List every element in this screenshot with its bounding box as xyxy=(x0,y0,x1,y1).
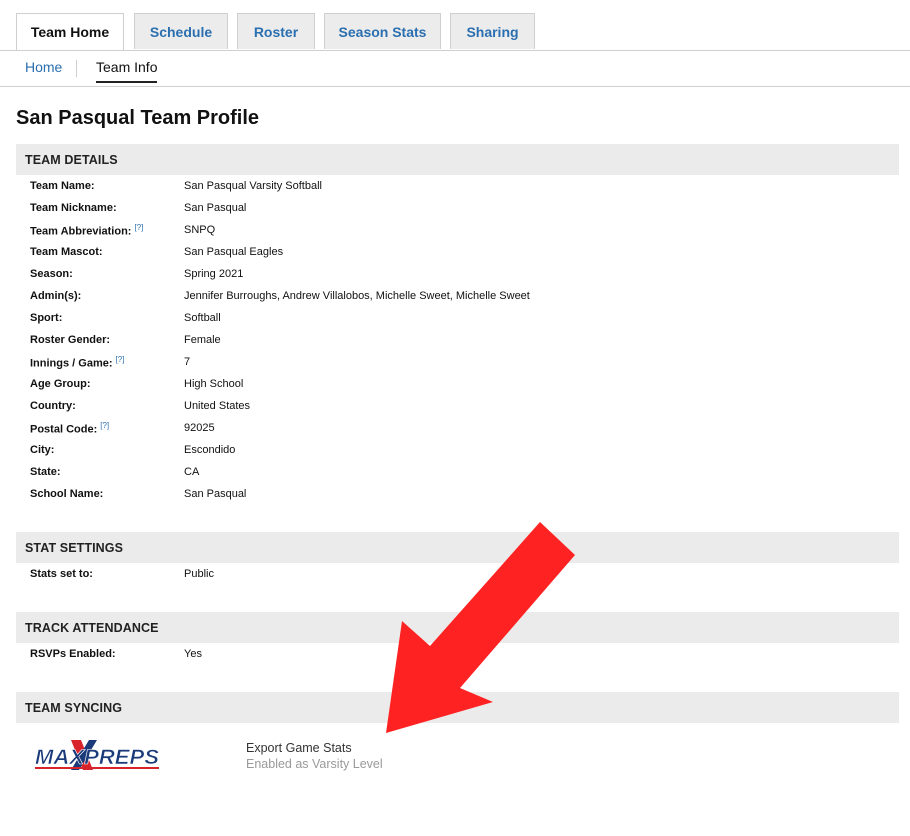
detail-label-with-help: Innings / Game: [?] xyxy=(30,355,184,370)
track-attendance-row: RSVPs Enabled: Yes xyxy=(30,643,202,665)
detail-label: School Name: xyxy=(30,488,104,500)
detail-label: Team Nickname: xyxy=(30,202,117,214)
detail-label: Stats set to: xyxy=(30,568,93,580)
detail-row-innings-per-game: Innings / Game: [?] 7 xyxy=(30,351,190,373)
detail-label: Sport: xyxy=(30,312,63,324)
maxpreps-logo-underline xyxy=(35,767,159,769)
detail-value: Jennifer Burroughs, Andrew Villalobos, M… xyxy=(184,290,530,302)
detail-row-state: State: CA xyxy=(30,461,199,483)
detail-value: Softball xyxy=(184,312,221,324)
main-tab-bar: Team Home Schedule Roster Season Stats S… xyxy=(0,0,910,51)
detail-value: 92025 xyxy=(184,422,215,434)
detail-row-school-name: School Name: San Pasqual xyxy=(30,483,246,505)
track-attendance-heading: TRACK ATTENDANCE xyxy=(16,612,899,643)
help-icon[interactable]: [?] xyxy=(100,421,109,430)
detail-value: SNPQ xyxy=(184,224,216,236)
detail-label: Country: xyxy=(30,400,76,412)
maxpreps-logo: MAXPREPS xyxy=(35,740,159,770)
detail-label: Team Mascot: xyxy=(30,246,103,258)
detail-label-with-help: Postal Code: [?] xyxy=(30,421,184,436)
detail-value: San Pasqual xyxy=(184,488,247,500)
stat-settings-heading: STAT SETTINGS xyxy=(16,532,899,563)
stat-settings-row: Stats set to: Public xyxy=(30,563,214,585)
detail-label: RSVPs Enabled: xyxy=(30,648,116,660)
detail-value: San Pasqual xyxy=(184,202,247,214)
team-profile-page: Team Home Schedule Roster Season Stats S… xyxy=(0,0,910,836)
detail-row-team-abbreviation: Team Abbreviation: [?] SNPQ xyxy=(30,219,215,241)
detail-label: Roster Gender: xyxy=(30,334,111,346)
sub-navigation: Home Team Info xyxy=(0,50,910,87)
detail-row-admins: Admin(s): Jennifer Burroughs, Andrew Vil… xyxy=(30,285,530,307)
detail-label-with-help: Team Abbreviation: [?] xyxy=(30,223,184,238)
detail-label: Team Name: xyxy=(30,180,95,192)
team-syncing-heading: TEAM SYNCING xyxy=(16,692,899,723)
detail-row-age-group: Age Group: High School xyxy=(30,373,243,395)
detail-label: Age Group: xyxy=(30,378,91,390)
team-details-heading: TEAM DETAILS xyxy=(16,144,899,175)
subnav-divider xyxy=(76,60,77,77)
page-title: San Pasqual Team Profile xyxy=(16,107,260,129)
detail-label: Admin(s): xyxy=(30,290,82,302)
detail-value: United States xyxy=(184,400,251,412)
detail-row-team-mascot: Team Mascot: San Pasqual Eagles xyxy=(30,241,283,263)
detail-value: High School xyxy=(184,378,244,390)
detail-value: San Pasqual Varsity Softball xyxy=(184,180,322,192)
sync-status: Enabled as Varsity Level xyxy=(246,757,383,771)
detail-label: City: xyxy=(30,444,55,456)
detail-label: Team Abbreviation: xyxy=(30,225,132,238)
detail-value: San Pasqual Eagles xyxy=(184,246,284,258)
subnav-home-link[interactable]: Home xyxy=(25,59,62,75)
detail-label: Season: xyxy=(30,268,73,280)
subnav-team-info-link[interactable]: Team Info xyxy=(96,59,158,83)
detail-value: Spring 2021 xyxy=(184,268,244,280)
detail-row-season: Season: Spring 2021 xyxy=(30,263,243,285)
tab-team-home[interactable]: Team Home xyxy=(16,13,124,50)
detail-value: Female xyxy=(184,334,221,346)
detail-row-roster-gender: Roster Gender: Female xyxy=(30,329,221,351)
detail-row-city: City: Escondido xyxy=(30,439,235,461)
detail-row-sport: Sport: Softball xyxy=(30,307,221,329)
detail-row-team-nickname: Team Nickname: San Pasqual xyxy=(30,197,246,219)
sync-export-title: Export Game Stats xyxy=(246,741,352,755)
maxpreps-logo-text: MAXPREPS xyxy=(35,746,159,769)
detail-row-team-name: Team Name: San Pasqual Varsity Softball xyxy=(30,175,322,197)
detail-value: Escondido xyxy=(184,444,236,456)
detail-value: Public xyxy=(184,568,214,580)
help-icon[interactable]: [?] xyxy=(116,355,125,364)
tab-schedule[interactable]: Schedule xyxy=(134,13,228,49)
tab-roster[interactable]: Roster xyxy=(237,13,315,49)
detail-value: Yes xyxy=(184,648,202,660)
tab-season-stats[interactable]: Season Stats xyxy=(324,13,441,49)
detail-row-country: Country: United States xyxy=(30,395,250,417)
detail-value: CA xyxy=(184,466,200,478)
help-icon[interactable]: [?] xyxy=(134,223,143,232)
detail-label: Postal Code: xyxy=(30,423,98,436)
detail-label: State: xyxy=(30,466,61,478)
detail-row-postal-code: Postal Code: [?] 92025 xyxy=(30,417,215,439)
tab-sharing[interactable]: Sharing xyxy=(450,13,535,49)
detail-value: 7 xyxy=(184,356,191,368)
detail-label: Innings / Game: xyxy=(30,357,113,370)
